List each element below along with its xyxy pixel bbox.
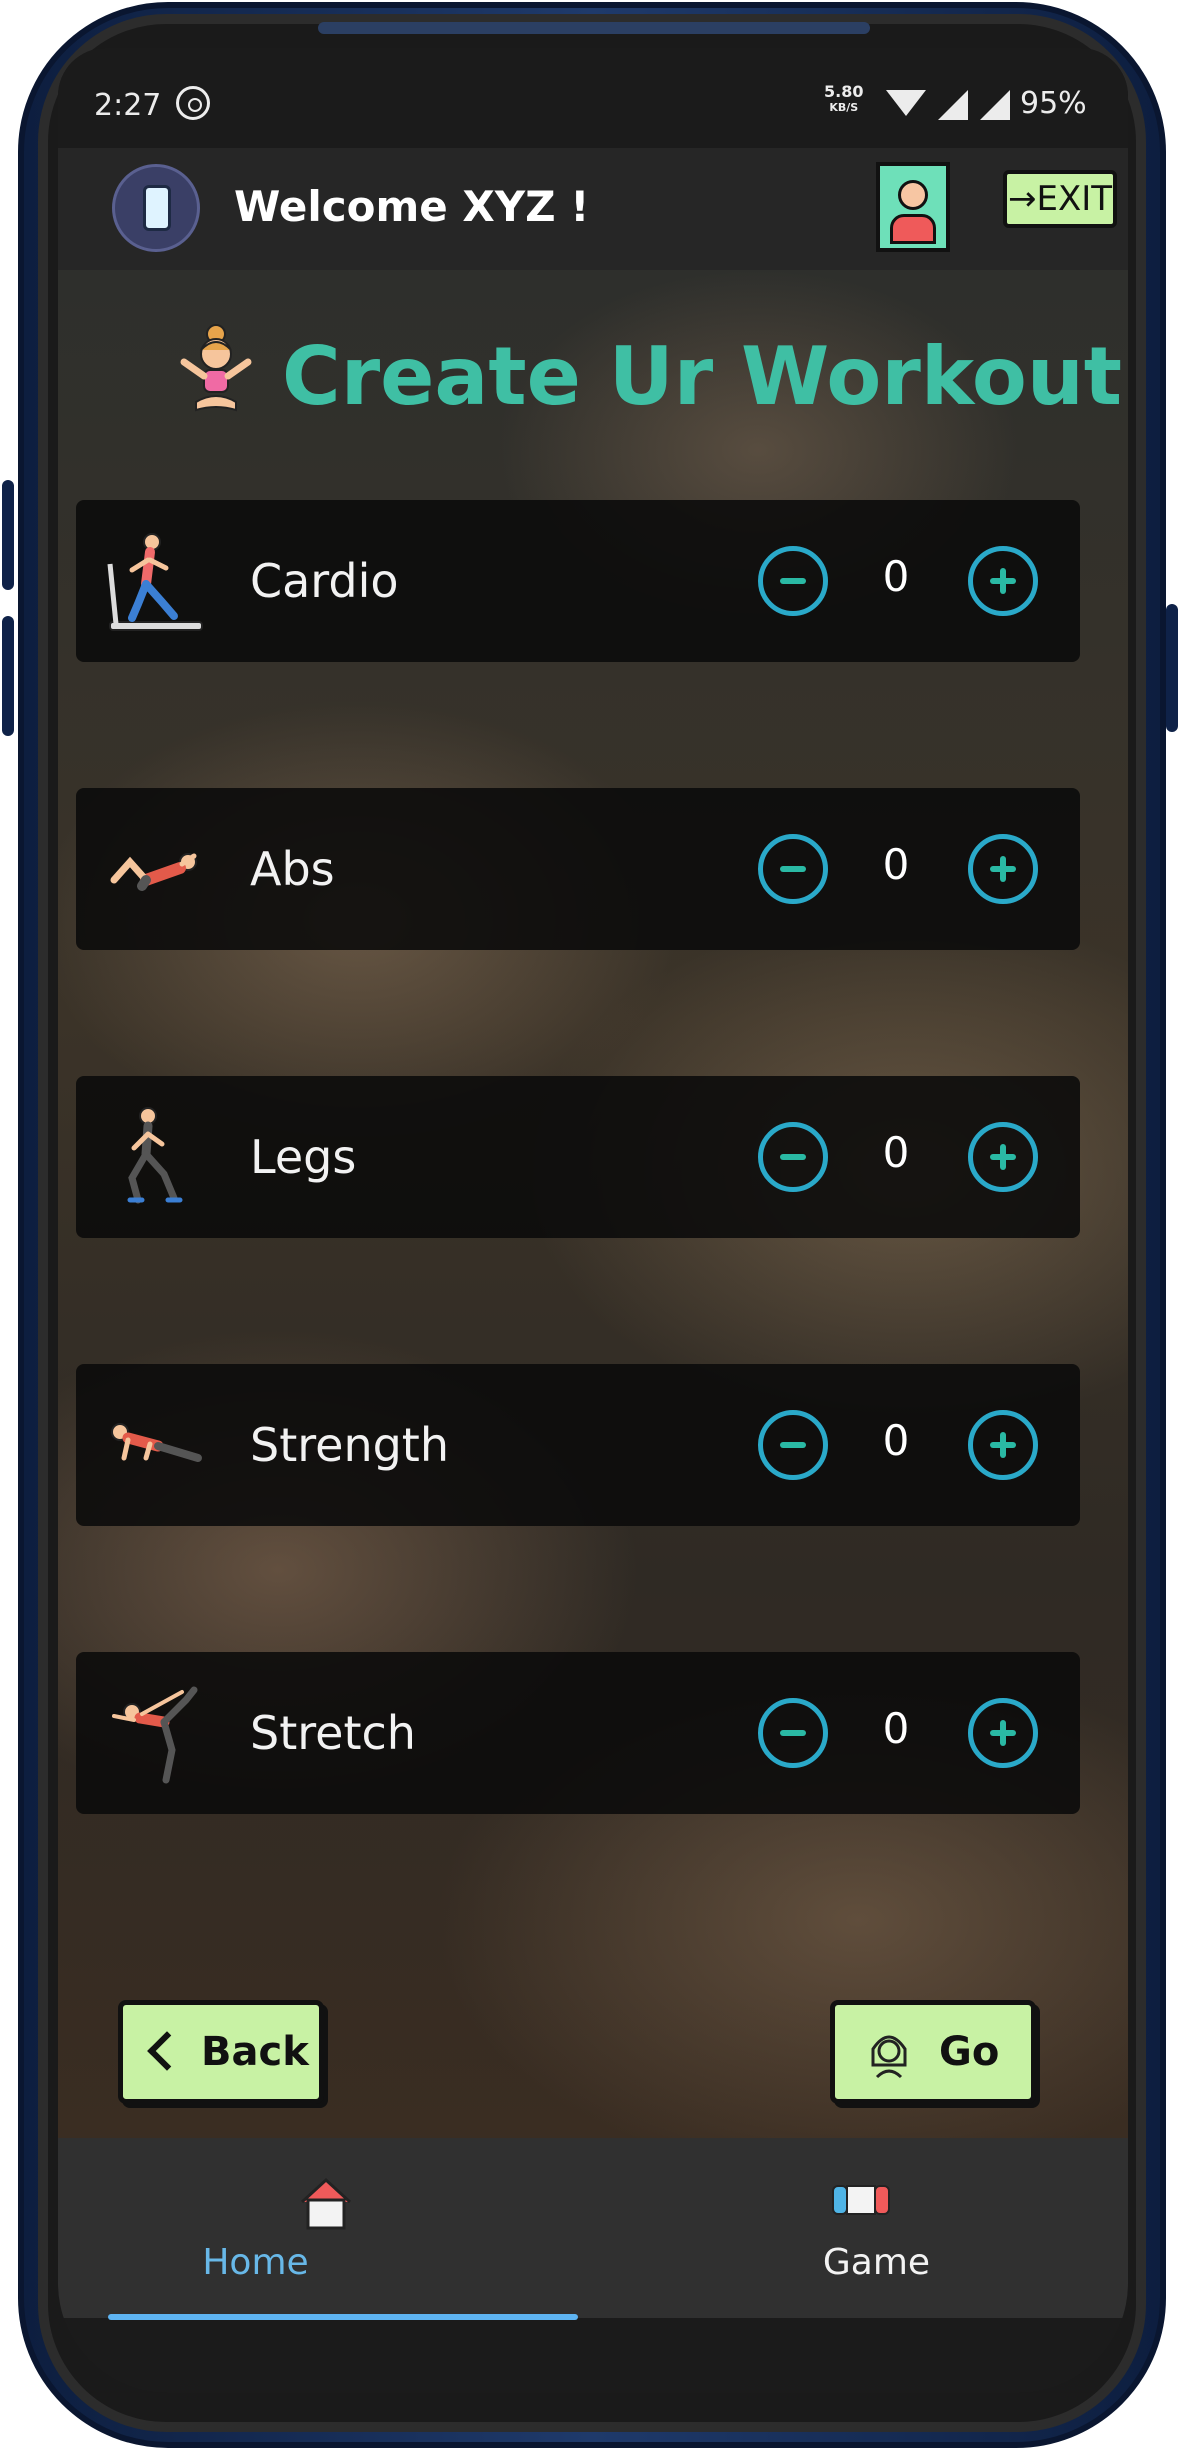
increment-button[interactable] [968, 834, 1038, 904]
page-title: Create Ur Workout [282, 330, 1123, 423]
whatsapp-icon [176, 86, 210, 120]
decrement-button[interactable] [758, 1410, 828, 1480]
active-tab-indicator [108, 2314, 578, 2320]
decrement-button[interactable] [758, 546, 828, 616]
back-button[interactable]: Back [118, 2000, 324, 2104]
exercise-label: Stretch [250, 1706, 416, 1760]
lunge-runner-icon [127, 1107, 183, 1204]
exercise-count: 0 [882, 1704, 910, 1753]
plank-icon [111, 1423, 202, 1462]
go-button[interactable]: Go [830, 2000, 1036, 2104]
nav-tab-home[interactable]: Home [58, 2138, 593, 2318]
increment-button[interactable] [968, 546, 1038, 616]
exercise-row-legs: Legs 0 [76, 1076, 1080, 1238]
volume-down-key [2, 616, 14, 736]
signal-icon-2 [980, 90, 1010, 120]
meditating-girl-icon [180, 324, 252, 412]
go-button-label: Go [939, 2029, 1000, 2075]
decrement-button[interactable] [758, 834, 828, 904]
girl-face-icon [871, 2035, 907, 2079]
exit-button[interactable]: →EXIT [1003, 170, 1117, 228]
status-time: 2:27 [94, 88, 162, 123]
exercise-row-strength: Strength 0 [76, 1364, 1080, 1526]
exercise-row-stretch: Stretch 0 [76, 1652, 1080, 1814]
volume-up-key [2, 480, 14, 590]
network-speed-unit: KB/S [829, 101, 859, 114]
back-button-label: Back [201, 2029, 309, 2075]
power-key [1166, 604, 1178, 732]
decrement-button[interactable] [758, 1122, 828, 1192]
earpiece [318, 22, 870, 34]
profile-avatar-icon[interactable] [876, 162, 950, 252]
wifi-icon [886, 90, 926, 116]
home-icon [300, 2177, 352, 2230]
exercise-label: Abs [250, 842, 335, 896]
nav-tab-game-label: Game [822, 2242, 931, 2283]
exercise-count: 0 [882, 1416, 910, 1465]
network-speed: 5.80 KB/S [824, 84, 863, 116]
battery-level: 95% [1020, 86, 1087, 121]
page-title-bar: Create Ur Workout [58, 318, 1128, 438]
decrement-button[interactable] [758, 1698, 828, 1768]
app-header: Welcome XYZ ! →EXIT [58, 148, 1128, 270]
nav-tab-home-label: Home [202, 2242, 309, 2283]
network-speed-value: 5.80 [824, 82, 864, 101]
welcome-text: Welcome XYZ ! [234, 182, 590, 231]
increment-button[interactable] [968, 1698, 1038, 1768]
game-console-icon [832, 2185, 890, 2215]
increment-button[interactable] [968, 1410, 1038, 1480]
exercise-label: Cardio [250, 554, 399, 608]
nav-tab-game[interactable]: Game [593, 2138, 1128, 2318]
dancer-stretch-icon [112, 1686, 198, 1784]
bottom-navigation: Home Game [58, 2138, 1128, 2320]
exercise-label: Legs [250, 1130, 357, 1184]
chevron-left-icon [147, 2031, 187, 2071]
signal-icon [938, 90, 968, 120]
exercise-row-abs: Abs 0 [76, 788, 1080, 950]
situp-icon [110, 853, 197, 891]
increment-button[interactable] [968, 1122, 1038, 1192]
app-logo-icon [112, 164, 200, 252]
exercise-label: Strength [250, 1418, 449, 1472]
treadmill-runner-icon [107, 533, 203, 631]
exercise-count: 0 [882, 840, 910, 889]
status-bar: 2:27 5.80 KB/S 95% [58, 48, 1128, 148]
exercise-row-cardio: Cardio 0 [76, 500, 1080, 662]
exercise-count: 0 [882, 1128, 910, 1177]
exercise-count: 0 [882, 552, 910, 601]
app-screen: 2:27 5.80 KB/S 95% Welcome XYZ ! →EXIT C… [58, 48, 1128, 2393]
